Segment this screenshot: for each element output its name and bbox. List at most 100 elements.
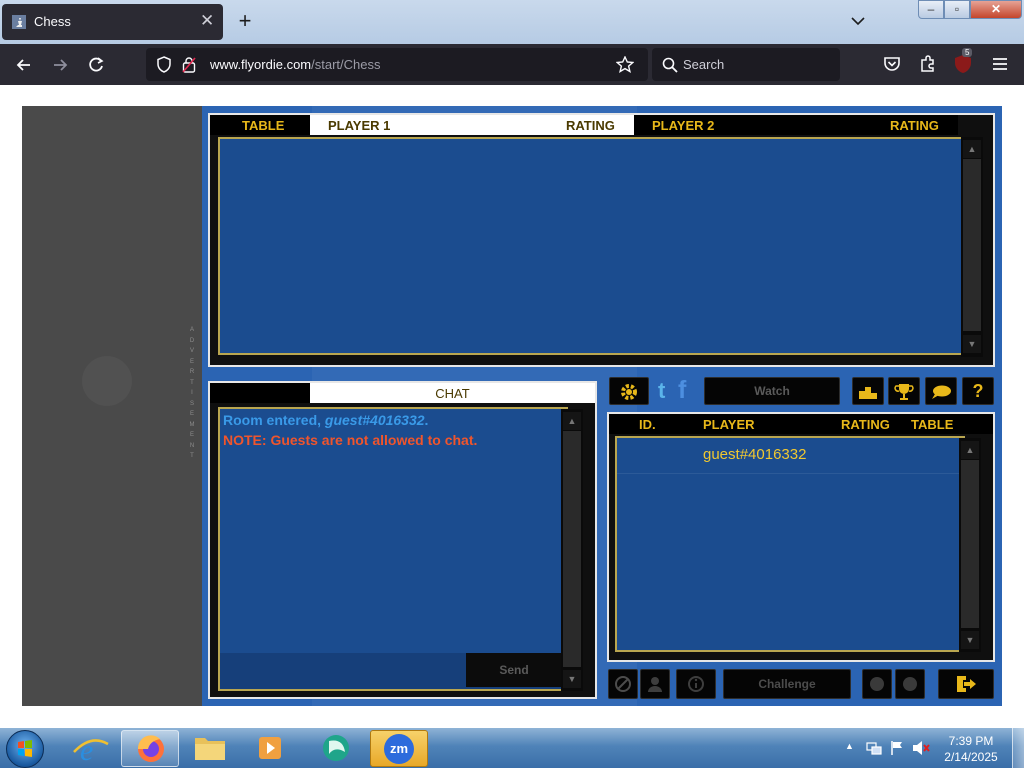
tables-header-player2: PLAYER 2 RATING — [634, 115, 958, 135]
taskbar-file-explorer[interactable] — [181, 730, 239, 767]
firefox-icon — [137, 735, 164, 762]
header-rating: RATING — [841, 417, 890, 432]
maximize-button[interactable]: ▫ — [944, 0, 970, 19]
reload-icon[interactable] — [83, 52, 109, 78]
scroll-down-icon[interactable]: ▼ — [963, 335, 981, 353]
facebook-icon[interactable]: f — [678, 376, 694, 404]
challenge-button[interactable]: Challenge — [723, 669, 851, 699]
trophy-button[interactable] — [888, 377, 920, 405]
chess-game-lobby: TABLE PLAYER 1 RATING PLAYER 2 RATING ▲ … — [202, 106, 1002, 706]
browser-tab-bar: Chess ✕ + – ▫ ✕ — [0, 0, 1024, 44]
forward-arrow-icon[interactable] — [47, 52, 73, 78]
header-rating1: RATING — [566, 118, 615, 133]
chat-panel: CHAT Room entered, guest#4016332. NOTE: … — [208, 381, 597, 699]
search-bar[interactable]: Search — [652, 48, 840, 81]
player-name: guest#4016332 — [703, 446, 807, 463]
bookmark-star-icon[interactable] — [616, 56, 634, 73]
media-player-icon — [259, 737, 281, 759]
scroll-track — [961, 460, 979, 628]
start-button[interactable] — [6, 730, 44, 768]
tables-header-table: TABLE — [210, 115, 310, 135]
player-row[interactable]: guest#4016332 — [617, 438, 963, 474]
svg-text:e: e — [80, 734, 93, 767]
chevron-down-icon[interactable] — [848, 11, 868, 31]
minimize-icon: – — [927, 2, 935, 16]
tables-list[interactable] — [218, 137, 968, 355]
chat-message-room-entered: Room entered, guest#4016332. — [223, 412, 428, 428]
help-button[interactable]: ? — [962, 377, 994, 405]
watch-button[interactable]: Watch — [704, 377, 840, 405]
tables-scrollbar[interactable]: ▲ ▼ — [961, 137, 983, 357]
new-tab-button[interactable]: + — [233, 9, 257, 33]
players-list[interactable]: guest#4016332 — [615, 436, 965, 652]
tray-expand-icon[interactable]: ▲ — [845, 741, 854, 751]
exit-door-icon — [957, 676, 976, 692]
round-button-1[interactable] — [862, 669, 892, 699]
close-window-button[interactable]: ✕ — [970, 0, 1022, 19]
header-rating2: RATING — [890, 118, 939, 133]
browser-toolbar: www.flyordie.com/start/Chess Search 5 — [0, 44, 1024, 85]
page-content: ADVERTISEMENT TABLE PLAYER 1 RATING PLAY… — [0, 85, 1024, 728]
send-button[interactable]: Send — [466, 653, 562, 687]
minimize-button[interactable]: – — [918, 0, 944, 19]
profile-button[interactable] — [640, 669, 670, 699]
scroll-down-icon[interactable]: ▼ — [961, 631, 979, 649]
back-arrow-icon[interactable] — [11, 52, 37, 78]
lock-icon[interactable] — [182, 56, 196, 73]
chat-bubble-button[interactable] — [925, 377, 957, 405]
scroll-up-icon[interactable]: ▲ — [961, 441, 979, 459]
players-panel: ID. PLAYER RATING TABLE guest#4016332 ▲ … — [607, 412, 995, 662]
block-icon — [615, 676, 631, 692]
gear-icon — [621, 384, 637, 400]
players-header: ID. PLAYER RATING TABLE — [609, 414, 993, 434]
volume-muted-icon[interactable] — [912, 740, 930, 756]
round-button-2[interactable] — [895, 669, 925, 699]
settings-button[interactable] — [609, 377, 649, 405]
scroll-up-icon[interactable]: ▲ — [963, 140, 981, 158]
zm-icon: zm — [384, 734, 414, 764]
clock-time: 7:39 PM — [948, 734, 994, 748]
scroll-down-icon[interactable]: ▼ — [563, 670, 581, 688]
url-bar[interactable]: www.flyordie.com/start/Chess — [146, 48, 648, 81]
scroll-up-icon[interactable]: ▲ — [563, 412, 581, 430]
ublock-extension-button[interactable]: 5 — [953, 48, 975, 76]
ublock-shield-icon — [955, 55, 971, 73]
header-player2: PLAYER 2 — [652, 118, 715, 133]
taskbar-media-player[interactable] — [241, 730, 299, 767]
search-placeholder: Search — [683, 57, 725, 72]
players-scrollbar[interactable]: ▲ ▼ — [959, 438, 981, 652]
header-table: TABLE — [242, 118, 285, 133]
extension-badge: 5 — [962, 48, 973, 57]
close-icon: ✕ — [990, 2, 1002, 16]
info-button[interactable] — [676, 669, 716, 699]
taskbar-internet-explorer[interactable]: e — [62, 730, 120, 767]
tables-panel: TABLE PLAYER 1 RATING PLAYER 2 RATING ▲ … — [208, 113, 995, 367]
chat-title: CHAT — [435, 386, 470, 401]
menu-hamburger-icon[interactable] — [990, 54, 1010, 74]
block-button[interactable] — [608, 669, 638, 699]
chat-header: CHAT — [310, 383, 595, 403]
taskbar-firefox[interactable] — [121, 730, 179, 767]
taskbar-clock[interactable]: 7:39 PM 2/14/2025 — [935, 733, 1007, 765]
header-id: ID. — [639, 417, 656, 432]
teal-app-icon — [323, 735, 349, 761]
taskbar-app-teal[interactable] — [305, 730, 363, 767]
extensions-puzzle-icon[interactable] — [918, 54, 938, 74]
rankings-button[interactable] — [852, 377, 884, 405]
podium-icon — [859, 387, 877, 399]
taskbar-zoom[interactable]: zm — [370, 730, 428, 767]
twitter-icon[interactable]: t — [658, 378, 674, 404]
tab-close-icon[interactable]: ✕ — [200, 11, 214, 31]
browser-tab-chess[interactable]: Chess ✕ — [2, 4, 223, 40]
action-center-flag-icon[interactable] — [890, 740, 904, 756]
advertisement-label: ADVERTISEMENT — [189, 327, 195, 459]
show-desktop-button[interactable] — [1012, 728, 1024, 768]
network-icon[interactable] — [866, 740, 882, 756]
shield-icon[interactable] — [156, 56, 172, 73]
advertisement-area — [22, 106, 202, 706]
chat-scrollbar[interactable]: ▲ ▼ — [561, 409, 583, 691]
maximize-icon: ▫ — [954, 2, 960, 16]
pocket-icon[interactable] — [882, 54, 902, 74]
speech-bubble-icon — [932, 385, 951, 399]
exit-button[interactable] — [938, 669, 994, 699]
